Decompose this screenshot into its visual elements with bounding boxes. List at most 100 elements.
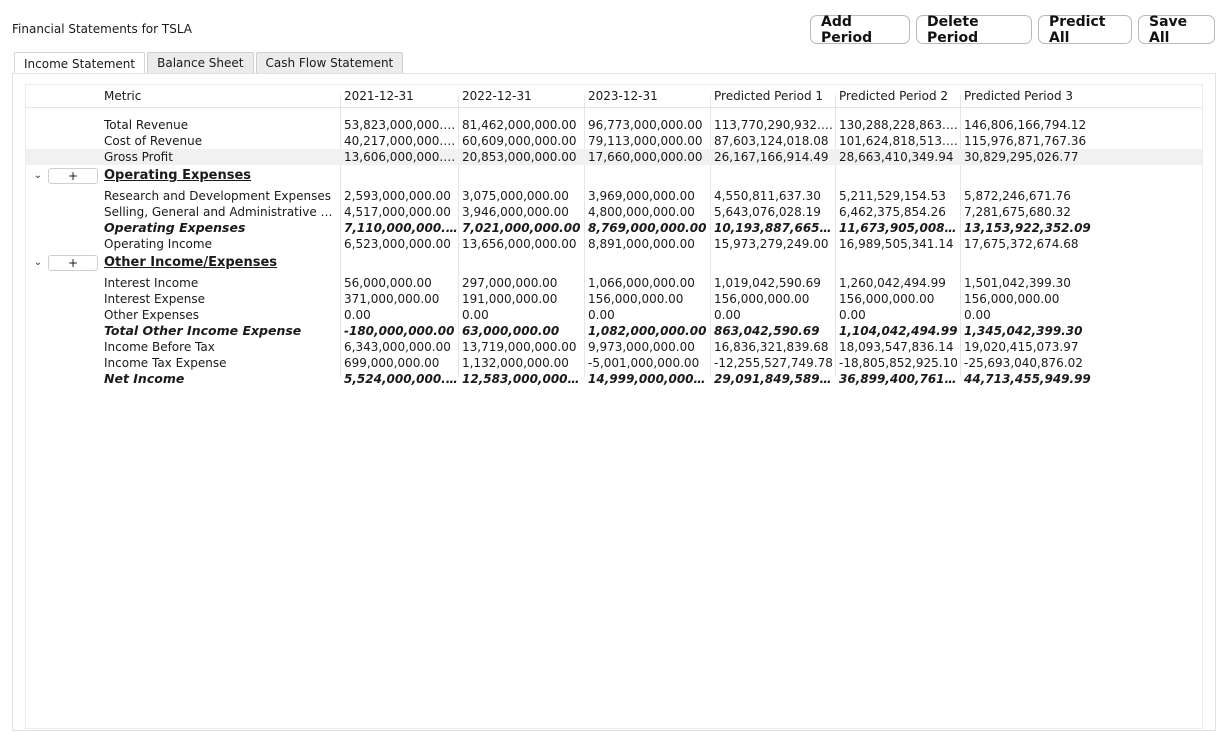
cell-predicted-3[interactable]: 1,345,042,399.30 bbox=[962, 323, 1112, 339]
cell-period-2023[interactable]: 96,773,000,000.00 bbox=[586, 117, 710, 133]
total-row[interactable]: Total Other Income Expense -180,000,000.0… bbox=[26, 323, 1202, 339]
cell-period-2022[interactable]: 1,132,000,000.00 bbox=[460, 355, 584, 371]
delete-period-button[interactable]: Delete Period bbox=[916, 14, 1032, 46]
cell-predicted-1[interactable]: 4,550,811,637.30 bbox=[712, 188, 835, 204]
cell-period-2022[interactable]: 13,719,000,000.00 bbox=[460, 339, 584, 355]
cell-predicted-2[interactable]: 6,462,375,854.26 bbox=[837, 204, 960, 220]
table-row[interactable]: Interest Income 56,000,000.00 297,000,000.… bbox=[26, 275, 1202, 291]
cell-predicted-3[interactable]: 115,976,871,767.36 bbox=[962, 133, 1112, 149]
tab-cash-flow-statement[interactable]: Cash Flow Statement bbox=[255, 52, 404, 73]
cell-predicted-2[interactable]: 1,260,042,494.99 bbox=[837, 275, 960, 291]
cell-period-2023[interactable]: 0.00 bbox=[586, 307, 710, 323]
cell-period-2022[interactable]: 3,075,000,000.00 bbox=[460, 188, 584, 204]
cell-predicted-1[interactable]: 10,193,887,665.50 bbox=[712, 220, 835, 236]
cell-predicted-3[interactable]: 17,675,372,674.68 bbox=[962, 236, 1112, 252]
cell-period-2023[interactable]: 9,973,000,000.00 bbox=[586, 339, 710, 355]
cell-period-2023[interactable]: 8,891,000,000.00 bbox=[586, 236, 710, 252]
tab-income-statement[interactable]: Income Statement bbox=[14, 52, 146, 74]
cell-period-2023[interactable]: 1,066,000,000.00 bbox=[586, 275, 710, 291]
cell-predicted-2[interactable]: 36,899,400,761.24 bbox=[837, 371, 960, 387]
cell-period-2021[interactable]: -180,000,000.00 bbox=[342, 323, 458, 339]
cell-predicted-2[interactable]: 5,211,529,154.53 bbox=[837, 188, 960, 204]
table-row[interactable]: Operating Income 6,523,000,000.00 13,656,0… bbox=[26, 236, 1202, 252]
cell-predicted-3[interactable]: 44,713,455,949.99 bbox=[962, 371, 1112, 387]
cell-period-2023[interactable]: 8,769,000,000.00 bbox=[586, 220, 710, 236]
cell-predicted-2[interactable]: 28,663,410,349.94 bbox=[837, 149, 960, 165]
column-header-metric[interactable]: Metric bbox=[102, 85, 340, 107]
cell-period-2022[interactable]: 3,946,000,000.00 bbox=[460, 204, 584, 220]
cell-period-2021[interactable]: 56,000,000.00 bbox=[342, 275, 458, 291]
cell-period-2023[interactable]: -5,001,000,000.00 bbox=[586, 355, 710, 371]
table-row[interactable]: Interest Expense 371,000,000.00 191,000,00… bbox=[26, 291, 1202, 307]
cell-predicted-1[interactable]: 15,973,279,249.00 bbox=[712, 236, 835, 252]
cell-period-2022[interactable]: 81,462,000,000.00 bbox=[460, 117, 584, 133]
cell-period-2021[interactable]: 0.00 bbox=[342, 307, 458, 323]
table-row[interactable]: Total Revenue 53,823,000,000.00 81,462,000… bbox=[26, 117, 1202, 133]
cell-predicted-1[interactable]: 156,000,000.00 bbox=[712, 291, 835, 307]
cell-predicted-1[interactable]: 113,770,290,932.57 bbox=[712, 117, 835, 133]
cell-predicted-1[interactable]: 0.00 bbox=[712, 307, 835, 323]
add-period-button[interactable]: Add Period bbox=[810, 14, 910, 46]
cell-period-2022[interactable]: 13,656,000,000.00 bbox=[460, 236, 584, 252]
cell-period-2022[interactable]: 191,000,000.00 bbox=[460, 291, 584, 307]
cell-predicted-1[interactable]: 1,019,042,590.69 bbox=[712, 275, 835, 291]
cell-period-2022[interactable]: 60,609,000,000.00 bbox=[460, 133, 584, 149]
cell-predicted-3[interactable]: 0.00 bbox=[962, 307, 1112, 323]
column-header-period-2022[interactable]: 2022-12-31 bbox=[460, 85, 584, 107]
cell-predicted-2[interactable]: 11,673,905,008.79 bbox=[837, 220, 960, 236]
cell-predicted-2[interactable]: 101,624,818,513.41 bbox=[837, 133, 960, 149]
cell-period-2021[interactable]: 6,343,000,000.00 bbox=[342, 339, 458, 355]
financial-table[interactable]: Metric 2021-12-31 2022-12-31 2023-12-31 Pred… bbox=[25, 84, 1203, 729]
cell-predicted-2[interactable]: 0.00 bbox=[837, 307, 960, 323]
cell-predicted-1[interactable]: 863,042,590.69 bbox=[712, 323, 835, 339]
cell-predicted-1[interactable]: 5,643,076,028.19 bbox=[712, 204, 835, 220]
cell-period-2021[interactable]: 13,606,000,000.00 bbox=[342, 149, 458, 165]
table-row[interactable]: Other Expenses 0.00 0.00 0.00 0.00 0.00 0.00 bbox=[26, 307, 1202, 323]
cell-period-2021[interactable]: 2,593,000,000.00 bbox=[342, 188, 458, 204]
cell-predicted-3[interactable]: 5,872,246,671.76 bbox=[962, 188, 1112, 204]
cell-predicted-2[interactable]: 18,093,547,836.14 bbox=[837, 339, 960, 355]
cell-period-2022[interactable]: 297,000,000.00 bbox=[460, 275, 584, 291]
cell-period-2022[interactable]: 12,583,000,000.00 bbox=[460, 371, 584, 387]
table-row[interactable]: Gross Profit 13,606,000,000.00 20,853,000,… bbox=[26, 149, 1202, 165]
cell-period-2023[interactable]: 79,113,000,000.00 bbox=[586, 133, 710, 149]
total-row[interactable]: Net Income 5,524,000,000.00 12,583,000,000… bbox=[26, 371, 1202, 387]
predict-all-button[interactable]: Predict All bbox=[1038, 14, 1132, 46]
total-row[interactable]: Operating Expenses 7,110,000,000.00 7,021,… bbox=[26, 220, 1202, 236]
cell-period-2021[interactable]: 5,524,000,000.00 bbox=[342, 371, 458, 387]
cell-period-2023[interactable]: 17,660,000,000.00 bbox=[586, 149, 710, 165]
table-row[interactable]: Income Tax Expense 699,000,000.00 1,132,00… bbox=[26, 355, 1202, 371]
cell-period-2022[interactable]: 0.00 bbox=[460, 307, 584, 323]
cell-predicted-3[interactable]: 13,153,922,352.09 bbox=[962, 220, 1112, 236]
cell-predicted-3[interactable]: 7,281,675,680.32 bbox=[962, 204, 1112, 220]
cell-period-2021[interactable]: 371,000,000.00 bbox=[342, 291, 458, 307]
add-item-button[interactable]: + bbox=[48, 168, 98, 184]
column-header-predicted-3[interactable]: Predicted Period 3 bbox=[962, 85, 1112, 107]
cell-predicted-3[interactable]: 30,829,295,026.77 bbox=[962, 149, 1112, 165]
group-row[interactable]: ⌄ + Other Income/Expenses bbox=[26, 255, 1202, 271]
cell-predicted-3[interactable]: 146,806,166,794.12 bbox=[962, 117, 1112, 133]
column-header-predicted-1[interactable]: Predicted Period 1 bbox=[712, 85, 835, 107]
cell-predicted-2[interactable]: 16,989,505,341.14 bbox=[837, 236, 960, 252]
cell-predicted-3[interactable]: 156,000,000.00 bbox=[962, 291, 1112, 307]
cell-period-2023[interactable]: 14,999,000,000.00 bbox=[586, 371, 710, 387]
cell-period-2022[interactable]: 7,021,000,000.00 bbox=[460, 220, 584, 236]
group-row[interactable]: ⌄ + Operating Expenses bbox=[26, 168, 1202, 184]
cell-period-2023[interactable]: 156,000,000.00 bbox=[586, 291, 710, 307]
cell-predicted-1[interactable]: 29,091,849,589.46 bbox=[712, 371, 835, 387]
tab-balance-sheet[interactable]: Balance Sheet bbox=[147, 52, 254, 73]
cell-period-2023[interactable]: 3,969,000,000.00 bbox=[586, 188, 710, 204]
cell-predicted-2[interactable]: 1,104,042,494.99 bbox=[837, 323, 960, 339]
cell-period-2021[interactable]: 4,517,000,000.00 bbox=[342, 204, 458, 220]
cell-predicted-1[interactable]: 26,167,166,914.49 bbox=[712, 149, 835, 165]
cell-period-2022[interactable]: 63,000,000.00 bbox=[460, 323, 584, 339]
cell-period-2021[interactable]: 7,110,000,000.00 bbox=[342, 220, 458, 236]
cell-period-2022[interactable]: 20,853,000,000.00 bbox=[460, 149, 584, 165]
table-row[interactable]: Income Before Tax 6,343,000,000.00 13,719,… bbox=[26, 339, 1202, 355]
cell-period-2023[interactable]: 4,800,000,000.00 bbox=[586, 204, 710, 220]
cell-predicted-1[interactable]: 87,603,124,018.08 bbox=[712, 133, 835, 149]
column-header-predicted-2[interactable]: Predicted Period 2 bbox=[837, 85, 960, 107]
column-header-period-2021[interactable]: 2021-12-31 bbox=[342, 85, 458, 107]
cell-predicted-3[interactable]: -25,693,040,876.02 bbox=[962, 355, 1112, 371]
chevron-down-icon[interactable]: ⌄ bbox=[32, 169, 44, 183]
